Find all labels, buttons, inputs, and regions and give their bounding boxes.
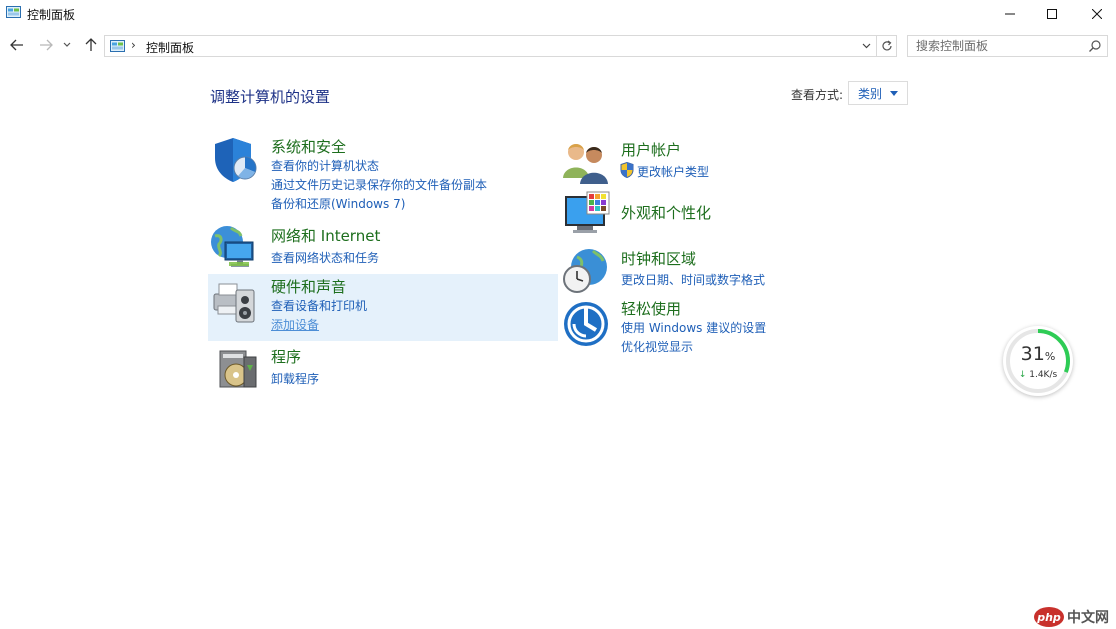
category-highlight bbox=[208, 274, 558, 341]
close-button[interactable] bbox=[1074, 0, 1116, 28]
watermark-text: 中文网 bbox=[1067, 610, 1109, 626]
control-panel-icon bbox=[110, 40, 125, 52]
clock-globe-icon[interactable] bbox=[561, 247, 609, 295]
usage-percent: 31% bbox=[1003, 343, 1073, 365]
download-rate: ↓ 1.4K/s bbox=[1003, 370, 1073, 380]
maximize-icon bbox=[1047, 9, 1057, 19]
arrow-down-icon: ↓ bbox=[1018, 370, 1027, 380]
category-title-user-accounts[interactable]: 用户帐户 bbox=[621, 139, 681, 160]
printer-icon[interactable] bbox=[210, 276, 258, 324]
search-icon[interactable] bbox=[1089, 40, 1101, 52]
search-box[interactable] bbox=[907, 35, 1108, 57]
title-bar: 控制面板 bbox=[0, 0, 1116, 28]
link-devices-printers[interactable]: 查看设备和打印机 bbox=[271, 297, 367, 314]
category-title-system-security[interactable]: 系统和安全 bbox=[271, 136, 346, 157]
close-icon bbox=[1092, 9, 1102, 19]
shield-icon[interactable] bbox=[211, 136, 259, 184]
breadcrumb-separator[interactable]: › bbox=[131, 38, 136, 52]
caret-down-icon bbox=[890, 91, 898, 96]
maximize-button[interactable] bbox=[1029, 0, 1075, 28]
view-by-label: 查看方式: bbox=[791, 88, 844, 102]
view-by-dropdown[interactable]: 类别 bbox=[848, 81, 908, 105]
refresh-icon bbox=[881, 40, 892, 51]
category-title-clock-region[interactable]: 时钟和区域 bbox=[621, 248, 696, 269]
chevron-down-icon bbox=[63, 42, 71, 47]
up-button[interactable] bbox=[80, 34, 102, 56]
address-history-button[interactable] bbox=[858, 36, 874, 56]
category-title-network-internet[interactable]: 网络和 Internet bbox=[271, 225, 380, 246]
link-change-account-type[interactable]: 更改帐户类型 bbox=[637, 163, 709, 180]
arrow-up-icon bbox=[85, 38, 97, 51]
category-title-hardware-sound[interactable]: 硬件和声音 bbox=[271, 276, 346, 297]
arrow-right-icon bbox=[40, 39, 53, 51]
network-icon[interactable] bbox=[209, 222, 257, 270]
view-by-value: 类别 bbox=[858, 86, 883, 101]
link-optimize-visual-display[interactable]: 优化视觉显示 bbox=[621, 338, 693, 355]
link-windows-recommended-settings[interactable]: 使用 Windows 建议的设置 bbox=[621, 319, 766, 336]
link-backup-restore[interactable]: 备份和还原(Windows 7) bbox=[271, 195, 405, 212]
display-icon[interactable] bbox=[563, 190, 611, 238]
php-logo: php bbox=[1034, 607, 1064, 627]
programs-icon[interactable] bbox=[214, 345, 262, 393]
address-bar[interactable]: › 控制面板 bbox=[104, 35, 897, 57]
navigation-bar: › 控制面板 bbox=[0, 30, 1116, 60]
search-input[interactable] bbox=[908, 36, 1086, 56]
usage-percent-unit: % bbox=[1044, 350, 1056, 363]
network-speed-widget[interactable]: 31% ↓ 1.4K/s bbox=[1003, 326, 1073, 396]
ease-of-access-icon[interactable] bbox=[562, 300, 610, 348]
link-add-device[interactable]: 添加设备 bbox=[271, 316, 319, 333]
link-view-computer-status[interactable]: 查看你的计算机状态 bbox=[271, 157, 379, 174]
minimize-button[interactable] bbox=[987, 0, 1033, 28]
site-watermark: php 中文网 bbox=[1034, 606, 1109, 628]
minimize-icon bbox=[1005, 13, 1015, 15]
breadcrumb-control-panel[interactable]: 控制面板 bbox=[146, 39, 194, 56]
download-rate-value: 1.4K/s bbox=[1029, 370, 1058, 380]
users-icon[interactable] bbox=[562, 138, 610, 186]
forward-button[interactable] bbox=[35, 34, 57, 56]
refresh-button[interactable] bbox=[876, 36, 896, 56]
category-title-ease-of-access[interactable]: 轻松使用 bbox=[621, 298, 681, 319]
recent-locations-button[interactable] bbox=[60, 34, 74, 56]
window-title: 控制面板 bbox=[27, 8, 76, 22]
category-title-appearance[interactable]: 外观和个性化 bbox=[621, 202, 711, 223]
category-title-programs[interactable]: 程序 bbox=[271, 346, 301, 367]
usage-percent-value: 31 bbox=[1020, 343, 1045, 365]
link-network-status[interactable]: 查看网络状态和任务 bbox=[271, 249, 379, 266]
arrow-left-icon bbox=[10, 39, 23, 51]
control-panel-icon bbox=[6, 6, 21, 18]
link-file-history-backup[interactable]: 通过文件历史记录保存你的文件备份副本 bbox=[271, 176, 487, 193]
link-change-date-time-format[interactable]: 更改日期、时间或数字格式 bbox=[621, 271, 765, 288]
page-heading: 调整计算机的设置 bbox=[210, 88, 331, 106]
uac-shield-icon bbox=[620, 162, 634, 178]
chevron-down-icon bbox=[862, 43, 870, 49]
link-uninstall-program[interactable]: 卸载程序 bbox=[271, 370, 319, 387]
back-button[interactable] bbox=[6, 34, 28, 56]
